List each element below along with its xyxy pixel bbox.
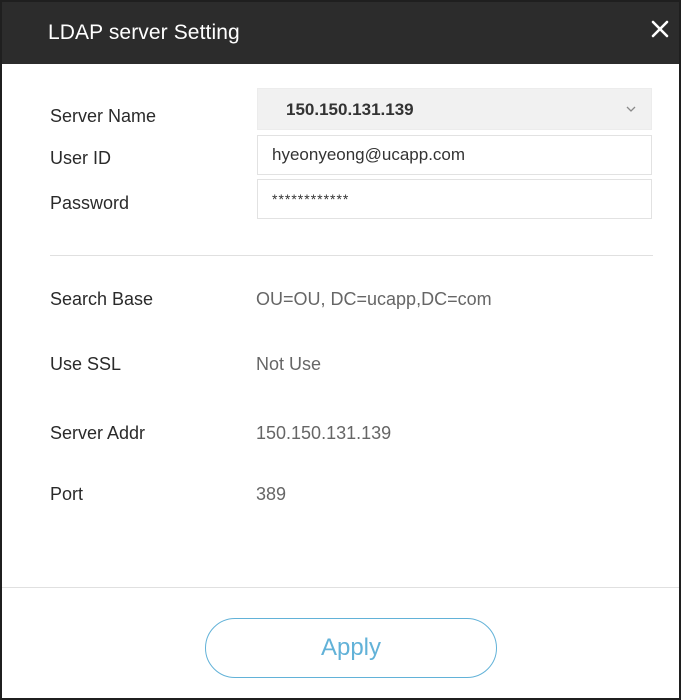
password-input[interactable] (257, 179, 652, 219)
password-label: Password (50, 193, 130, 213)
user-id-label: User ID (50, 148, 112, 168)
server-name-select[interactable]: 150.150.131.139 (257, 88, 652, 130)
port-value: 389 (256, 484, 287, 504)
chevron-down-icon (626, 106, 636, 112)
dialog-titlebar: LDAP server Setting (2, 2, 679, 64)
ldap-settings-dialog: LDAP server Setting Server Name 150.150.… (0, 0, 681, 700)
footer-divider (2, 587, 679, 588)
user-id-input[interactable] (257, 135, 652, 175)
section-divider (50, 255, 653, 256)
server-name-selected-value: 150.150.131.139 (286, 100, 414, 119)
close-button[interactable] (641, 12, 677, 48)
close-icon (651, 20, 669, 38)
server-name-label: Server Name (50, 106, 157, 126)
server-addr-label: Server Addr (50, 423, 146, 443)
search-base-label: Search Base (50, 289, 154, 309)
port-label: Port (50, 484, 84, 504)
use-ssl-label: Use SSL (50, 354, 122, 374)
use-ssl-value: Not Use (256, 354, 322, 374)
server-addr-value: 150.150.131.139 (256, 423, 392, 443)
dialog-title: LDAP server Setting (48, 21, 240, 44)
apply-button[interactable]: Apply (205, 618, 497, 678)
search-base-value: OU=OU, DC=ucapp,DC=com (256, 289, 492, 309)
